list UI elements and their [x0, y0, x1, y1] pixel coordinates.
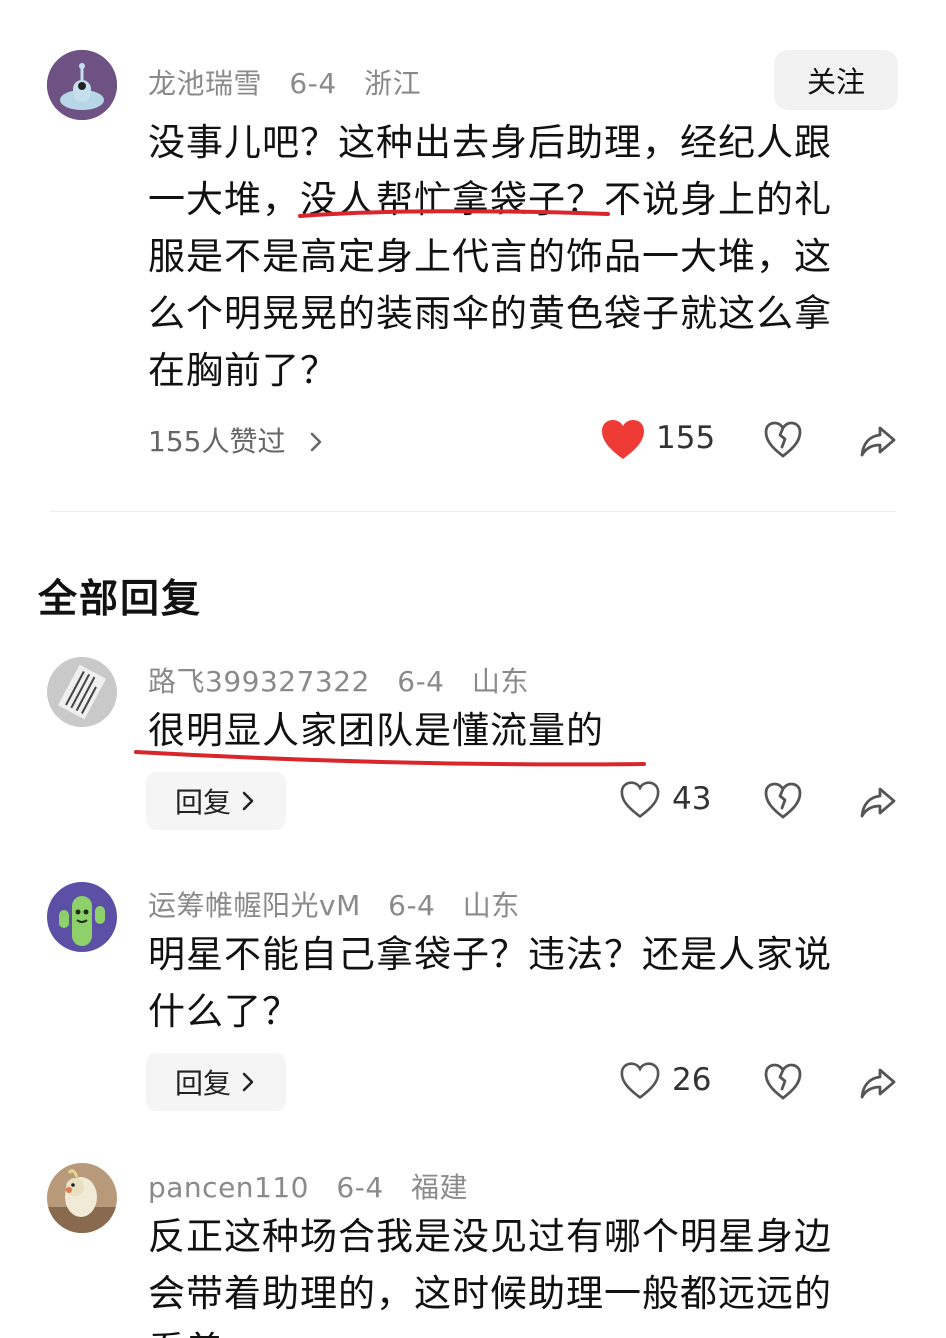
reply-button-label: 回复 [174, 1067, 231, 1100]
liked-by-link[interactable]: 155人赞过 [148, 420, 326, 460]
reply-button-label: 回复 [174, 786, 231, 819]
avatar-reply-3[interactable] [47, 1163, 117, 1233]
reply-meta: 运筹帷幄阳光vM 6-4 山东 [148, 884, 538, 924]
heart-filled-icon[interactable] [600, 418, 646, 462]
reply-button[interactable]: 回复 [146, 1053, 286, 1111]
reply-date: 6-4 [388, 889, 436, 922]
reply-line: 会带着助理的，这时候助理一般都远远的 [148, 1272, 832, 1315]
cactus-avatar-icon [47, 882, 117, 952]
reply-text: 很明显人家团队是懂流量的 [148, 702, 908, 759]
avatar-main[interactable] [47, 50, 117, 120]
broken-heart-icon[interactable] [763, 418, 803, 462]
avatar-reply-2[interactable] [47, 882, 117, 952]
username[interactable]: 运筹帷幄阳光vM [148, 889, 361, 922]
avatar-reply-1[interactable] [47, 657, 117, 727]
reply-location: 福建 [411, 1171, 469, 1204]
reply-meta: pancen110 6-4 福建 [148, 1166, 486, 1206]
comment-line: 没事儿吧？这种出去身后助理，经纪人跟 [148, 121, 832, 164]
bird-photo-avatar-icon [47, 1163, 117, 1233]
comment-line: 一大堆，没人帮忙拿袋子？不说身上的礼 [148, 178, 832, 221]
reply-location: 山东 [462, 889, 520, 922]
like-count: 43 [672, 781, 712, 817]
reply-line: 看着 [148, 1322, 908, 1338]
chevron-right-icon [242, 1072, 254, 1092]
username[interactable]: pancen110 [148, 1171, 309, 1204]
reply-text: 明星不能自己拿袋子？违法？还是人家说 什么了？ [148, 926, 908, 1040]
reply-actions: 43 [620, 777, 920, 825]
section-title: 全部回复 [38, 577, 203, 622]
comment-date: 6-4 [289, 67, 337, 100]
comment-actions: 155 [600, 416, 900, 464]
divider [50, 511, 896, 512]
chevron-right-icon [311, 432, 322, 452]
reply-line: 什么了？ [148, 990, 300, 1033]
reply-button[interactable]: 回复 [146, 772, 286, 830]
share-arrow-icon[interactable] [858, 781, 898, 821]
comment-line: 在胸前了？ [148, 349, 338, 392]
share-arrow-icon[interactable] [858, 420, 898, 460]
reply-line: 很明显人家团队是懂流量的 [148, 709, 604, 752]
reply-meta: 路飞399327322 6-4 山东 [148, 660, 547, 700]
reply-line: 反正这种场合我是没见过有哪个明星身边 [148, 1215, 832, 1258]
reply-date: 6-4 [336, 1171, 384, 1204]
heart-outline-icon[interactable] [620, 781, 660, 819]
share-arrow-icon[interactable] [858, 1062, 898, 1102]
reply-location: 山东 [471, 665, 529, 698]
comment-line: 服是不是高定身上代言的饰品一大堆，这 [148, 235, 832, 278]
comment-text: 没事儿吧？这种出去身后助理，经纪人跟 一大堆，没人帮忙拿袋子？不说身上的礼 服是… [148, 114, 908, 399]
reply-date: 6-4 [397, 665, 445, 698]
follow-button[interactable]: 关注 [774, 50, 898, 110]
reply-actions: 26 [620, 1058, 920, 1106]
broken-heart-icon[interactable] [763, 1060, 803, 1104]
reply-line: 明星不能自己拿袋子？违法？还是人家说 [148, 933, 832, 976]
reply-text: 反正这种场合我是没见过有哪个明星身边 会带着助理的，这时候助理一般都远远的 看着 [148, 1208, 908, 1338]
liked-by-label: 155人赞过 [148, 425, 286, 458]
chevron-right-icon [242, 791, 254, 811]
username[interactable]: 路飞399327322 [148, 665, 370, 698]
comment-location: 浙江 [364, 67, 422, 100]
like-count: 155 [656, 420, 716, 456]
heart-outline-icon[interactable] [620, 1062, 660, 1100]
comment-meta: 龙池瑞雪 6-4 浙江 [148, 62, 439, 102]
like-count: 26 [672, 1062, 712, 1098]
username[interactable]: 龙池瑞雪 [148, 67, 262, 100]
alien-avatar-icon [47, 50, 117, 120]
broken-heart-icon[interactable] [763, 779, 803, 823]
label-photo-avatar-icon [47, 657, 117, 727]
comment-line: 么个明晃晃的装雨伞的黄色袋子就这么拿 [148, 292, 832, 335]
